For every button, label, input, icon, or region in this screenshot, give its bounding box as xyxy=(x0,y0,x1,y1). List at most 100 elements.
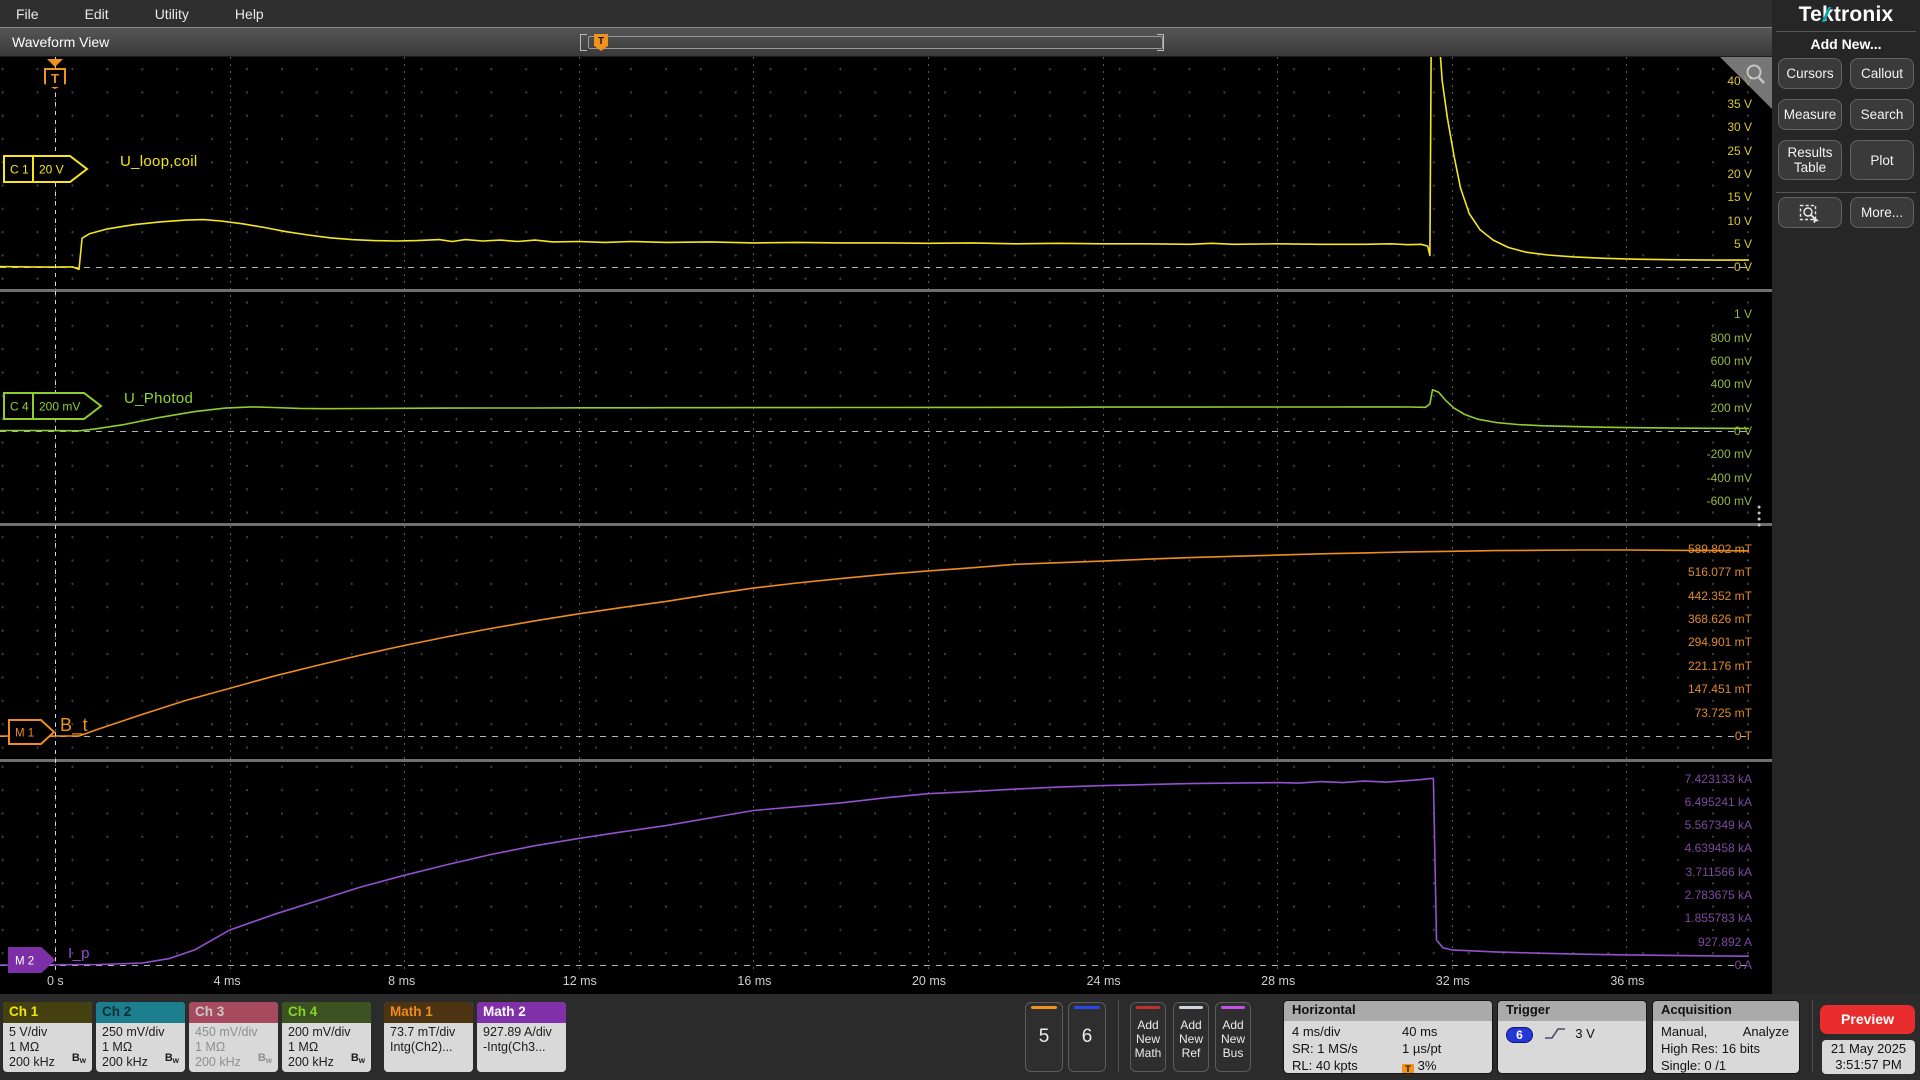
waveform-slice-math2[interactable]: 7.423133 kA 6.495241 kA 5.567349 kA 4.63945… xyxy=(0,762,1772,972)
trigger-position-readout: T 3% xyxy=(1402,1058,1436,1073)
channel-badge-math-1[interactable]: Math 1 73.7 mT/div Intg(Ch2)... xyxy=(384,1002,473,1072)
y-tick-label-math2: 1.855783 kA xyxy=(1684,911,1752,926)
waveform-trace-math1 xyxy=(0,549,1749,737)
x-axis-tick-label: 20 ms xyxy=(911,974,947,988)
y-tick-label-math2: 4.639458 kA xyxy=(1684,841,1752,856)
horizontal-panel[interactable]: Horizontal 4 ms/div 40 ms SR: 1 MS/s 1 µ… xyxy=(1283,1000,1493,1074)
channel-button-5[interactable]: 5 xyxy=(1025,1002,1063,1072)
y-tick-label-ch4: -400 mV xyxy=(1706,470,1752,485)
waveform-view-title: Waveform View xyxy=(12,34,110,50)
channel-badge-c4[interactable]: C 4 200 mV xyxy=(3,392,105,420)
y-tick-label-math1: 442.352 mT xyxy=(1687,588,1752,603)
channel-badge-header: Math 2 xyxy=(477,1002,566,1023)
channel-badge-math-2[interactable]: Math 2 927.89 A/div -Intg(Ch3... xyxy=(477,1002,566,1072)
y-tick-label-ch4: -600 mV xyxy=(1706,493,1752,508)
add-measure-button[interactable]: Measure xyxy=(1778,99,1842,130)
channel-badge-header: Ch 4 xyxy=(282,1002,371,1023)
y-tick-label-math1: 147.451 mT xyxy=(1687,682,1752,697)
channel-badge-ch-1[interactable]: Ch 15 V/div 1 MΩ 200 kHz Bw xyxy=(3,1002,92,1072)
y-tick-label-math2: 5.567349 kA xyxy=(1684,818,1752,833)
y-tick-label-ch1: 35 V xyxy=(1727,97,1752,112)
menu-edit[interactable]: Edit xyxy=(85,6,109,22)
menu-bar: File Edit Utility Help xyxy=(0,0,1772,27)
channel-button-6[interactable]: 6 xyxy=(1068,1002,1106,1072)
x-axis-tick-label: 24 ms xyxy=(1086,974,1121,988)
add-results-table-button[interactable]: Results Table xyxy=(1778,140,1842,180)
waveform-label-ch4[interactable]: U_Photod xyxy=(124,390,193,407)
y-tick-label-ch1: 0 V xyxy=(1733,260,1752,275)
waveform-label-math1[interactable]: B_t xyxy=(60,715,88,736)
trigger-panel-title: Trigger xyxy=(1498,1001,1646,1021)
bandwidth-limit-badge: Bw xyxy=(257,1052,272,1065)
channel-badge-ch-2[interactable]: Ch 2 250 mV/div 1 MΩ 200 kHz Bw xyxy=(96,1002,185,1072)
channel-badge-header: Ch 2 xyxy=(96,1002,185,1023)
y-tick-label-ch1: 5 V xyxy=(1733,236,1752,251)
trigger-t-icon: T xyxy=(44,68,66,89)
channel-badge-body: 73.7 mT/div Intg(Ch2)... xyxy=(390,1025,456,1054)
waveform-plot[interactable]: 40 V 35 V 30 V 25 V 20 V 15 V 10 V 5 V 0 V 1 V 800… xyxy=(0,57,1772,994)
trigger-position-icon: T xyxy=(1402,1064,1414,1073)
waveform-label-ch1[interactable]: U_loop,coil xyxy=(120,153,198,170)
svg-text:C 1: C 1 xyxy=(10,163,29,177)
y-tick-label-ch1: 20 V xyxy=(1727,166,1752,181)
add-new-ref-button[interactable]: Add New Ref xyxy=(1173,1002,1209,1072)
trigger-settings-row: 6 3 V xyxy=(1506,1026,1640,1043)
y-tick-label-math1: 294.901 mT xyxy=(1687,635,1752,650)
waveform-label-math2[interactable]: I_p xyxy=(68,945,90,962)
add-new-bus-button[interactable]: Add New Bus xyxy=(1215,1002,1251,1072)
channel-badge-body: 5 V/div 1 MΩ 200 kHz Bw xyxy=(9,1025,86,1069)
y-tick-label-ch4: 400 mV xyxy=(1710,377,1752,392)
time-text: 3:51:57 PM xyxy=(1835,1057,1902,1072)
math-badge-m1[interactable]: M 1 xyxy=(8,719,56,745)
record-length: RL: 40 kpts xyxy=(1292,1058,1358,1073)
x-axis-tick-label: 36 ms xyxy=(1610,974,1645,988)
y-tick-label-ch4: 0 V xyxy=(1733,423,1752,438)
y-tick-label-math1: 589.802 mT xyxy=(1687,541,1752,556)
trigger-position-marker[interactable]: T xyxy=(44,59,66,89)
preview-button[interactable]: Preview xyxy=(1820,1005,1915,1034)
sidebar-divider xyxy=(1776,31,1916,32)
waveform-view-titlebar[interactable]: Waveform View T xyxy=(0,27,1772,57)
y-tick-label-ch4: 600 mV xyxy=(1710,353,1752,368)
y-tick-label-math1: 0 T xyxy=(1734,729,1752,743)
bottombar-divider xyxy=(1812,1000,1813,1072)
channel-color-stripe xyxy=(1031,1006,1057,1009)
waveform-slice-math1[interactable]: 589.802 mT 516.077 mT 442.352 mT 368.626 mT… xyxy=(0,526,1772,759)
x-axis-tick-label: 0 s xyxy=(46,974,64,988)
add-new-math-button[interactable]: Add New Math xyxy=(1130,1002,1166,1072)
x-axis-tick-label: 12 ms xyxy=(562,974,597,988)
menu-utility[interactable]: Utility xyxy=(155,6,189,22)
x-axis-tick-label: 8 ms xyxy=(388,974,416,988)
add-search-button[interactable]: Search xyxy=(1850,99,1914,130)
channel-badge-c1[interactable]: C 1 20 V xyxy=(3,155,91,183)
marquee-zoom-button[interactable] xyxy=(1778,197,1842,228)
horizontal-position-minimap[interactable]: T xyxy=(580,34,1164,51)
y-tick-label-ch4: 800 mV xyxy=(1710,330,1752,345)
more-button[interactable]: More... xyxy=(1850,197,1914,228)
waveform-slice-ch4[interactable]: 1 V 800 mV 600 mV 400 mV 200 mV 0 V -200 mV -40… xyxy=(0,292,1772,523)
add-plot-button[interactable]: Plot xyxy=(1850,140,1914,180)
sample-interval: 1 µs/pt xyxy=(1402,1041,1442,1056)
datetime-display[interactable]: 21 May 2025 3:51:57 PM xyxy=(1822,1040,1915,1074)
x-axis-tick-label: 4 ms xyxy=(213,974,241,988)
minimap-trigger-flag[interactable]: T xyxy=(594,34,608,51)
trigger-arrow-icon xyxy=(47,59,63,67)
channel-badge-ch-3[interactable]: Ch 3 450 mV/div 1 MΩ 200 kHz Bw xyxy=(189,1002,278,1072)
minimap-right-bracket xyxy=(1157,34,1164,51)
waveform-slice-ch1[interactable]: 40 V 35 V 30 V 25 V 20 V 15 V 10 V 5 V 0 V xyxy=(0,57,1772,289)
add-cursors-button[interactable]: Cursors xyxy=(1778,58,1842,89)
trigger-time-line xyxy=(55,57,56,970)
channel-badge-ch-4[interactable]: Ch 4 200 mV/div 1 MΩ 200 kHz Bw xyxy=(282,1002,371,1072)
button-color-stripe xyxy=(1179,1006,1203,1009)
splitter-grip-handle[interactable]: ● ● ● ● xyxy=(1757,504,1761,529)
menu-file[interactable]: File xyxy=(16,6,39,22)
trigger-panel[interactable]: Trigger 6 3 V xyxy=(1497,1000,1647,1074)
add-callout-button[interactable]: Callout xyxy=(1850,58,1914,89)
y-tick-label-math2: 2.783675 kA xyxy=(1684,888,1752,902)
menu-help[interactable]: Help xyxy=(235,6,264,22)
sample-rate: SR: 1 MS/s xyxy=(1292,1041,1358,1056)
y-tick-label-math1: 368.626 mT xyxy=(1687,612,1752,626)
acquisition-mode-row: Manual, Analyze xyxy=(1661,1024,1789,1039)
acquisition-panel[interactable]: Acquisition Manual, Analyze High Res: 16 … xyxy=(1652,1000,1800,1074)
math-badge-m2[interactable]: M 2 xyxy=(8,947,56,973)
